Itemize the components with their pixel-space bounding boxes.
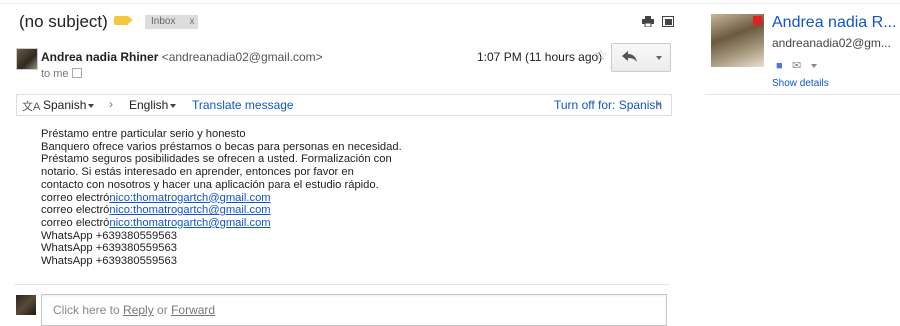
source-language-select[interactable]: Spanish	[43, 98, 95, 112]
whatsapp-line: WhatsApp +639380559563	[41, 255, 177, 268]
contact-name[interactable]: Andrea nadia R...	[772, 14, 897, 32]
top-divider	[0, 3, 900, 4]
arrow-right-icon: ›	[109, 97, 113, 111]
email-line-prefix: correo electró	[41, 204, 110, 217]
translate-icon: 文A	[22, 101, 41, 113]
star-icon[interactable]: ☆	[594, 46, 607, 64]
target-language-label: English	[129, 98, 169, 112]
whatsapp-line: WhatsApp +639380559563	[41, 242, 177, 255]
email-line: correo electrónico:thomatrogartch@gmail.…	[41, 204, 402, 217]
more-actions-button[interactable]	[648, 43, 671, 72]
target-language-select[interactable]: English	[129, 98, 177, 112]
mail-icon[interactable]: ✉	[792, 59, 801, 72]
sender-name[interactable]: Andrea nadia Rhiner	[41, 50, 158, 64]
turn-off-translation-link[interactable]: Turn off for: Spanish	[554, 98, 662, 112]
contact-email: andreanadia02@gm...	[772, 36, 891, 50]
whatsapp-line: WhatsApp +639380559563	[41, 229, 177, 242]
reply-icon	[622, 51, 637, 62]
body-line: Préstamo seguros posibilidades se ofrece…	[41, 153, 392, 166]
body-line: Préstamo entre particular serio y honest…	[41, 128, 246, 140]
body-line: Banquero ofrece varios préstamos o becas…	[41, 140, 402, 153]
chevron-down-icon	[170, 103, 177, 108]
chevron-down-icon	[88, 103, 95, 108]
reply-link[interactable]: Reply	[123, 303, 154, 317]
label-tag-icon[interactable]	[114, 16, 133, 25]
recipient-line: to me	[41, 68, 82, 80]
print-icon[interactable]	[642, 16, 654, 27]
new-window-icon[interactable]	[662, 16, 674, 27]
translate-bar: 文A Spanish › English Translate message T…	[16, 94, 672, 116]
sender-avatar[interactable]	[16, 48, 38, 70]
to-me-text: to me	[41, 68, 69, 80]
sidebar-divider	[705, 94, 900, 95]
body-line: notario. Si estás interesado en aprender…	[41, 166, 354, 179]
sender-email: <andreanadia02@gmail.com>	[161, 50, 323, 64]
sender-line: Andrea nadia Rhiner <andreanadia02@gmail…	[41, 50, 323, 64]
email-line: correo electrónico:thomatrogartch@gmail.…	[41, 217, 402, 230]
user-avatar	[16, 295, 36, 315]
reply-placeholder: Click here to Reply or Forward	[53, 303, 215, 317]
show-details-dropdown-icon[interactable]	[71, 68, 82, 79]
reply-input[interactable]: Click here to Reply or Forward	[41, 294, 667, 326]
inbox-label-text: Inbox	[151, 16, 176, 27]
body-line: contacto con nosotros y hacer una aplica…	[41, 178, 379, 191]
reply-button[interactable]	[611, 43, 649, 72]
email-line-prefix: correo electró	[41, 191, 110, 204]
translate-message-link[interactable]: Translate message	[192, 98, 294, 112]
email-line: correo electrónico:thomatrogartch@gmail.…	[41, 192, 402, 205]
contact-actions: ■ ✉	[776, 58, 823, 72]
email-link[interactable]: nico:thomatrogartch@gmail.com	[109, 204, 270, 216]
email-timestamp: 1:07 PM (11 hours ago)	[477, 50, 603, 64]
forward-link[interactable]: Forward	[171, 303, 215, 317]
remove-label-icon[interactable]: x	[189, 16, 194, 27]
chevron-down-icon	[656, 56, 662, 60]
email-body: Préstamo entre particular serio y honest…	[41, 128, 402, 268]
reply-divider	[14, 284, 670, 285]
reply-prefix-text: Click here to	[53, 303, 124, 317]
inbox-label-chip[interactable]: Inbox x	[145, 15, 199, 29]
chevron-down-icon[interactable]	[810, 63, 817, 68]
or-text: or	[153, 303, 172, 317]
contact-photo[interactable]	[711, 14, 764, 67]
email-line-prefix: correo electró	[41, 216, 110, 229]
show-details-link[interactable]: Show details	[772, 78, 829, 89]
email-subject: (no subject)	[19, 12, 108, 31]
email-link[interactable]: nico:thomatrogartch@gmail.com	[109, 192, 270, 204]
source-language-label: Spanish	[43, 98, 87, 112]
close-icon[interactable]: ×	[655, 97, 662, 111]
email-link[interactable]: nico:thomatrogartch@gmail.com	[109, 217, 270, 229]
chat-icon[interactable]: ■	[776, 60, 783, 72]
